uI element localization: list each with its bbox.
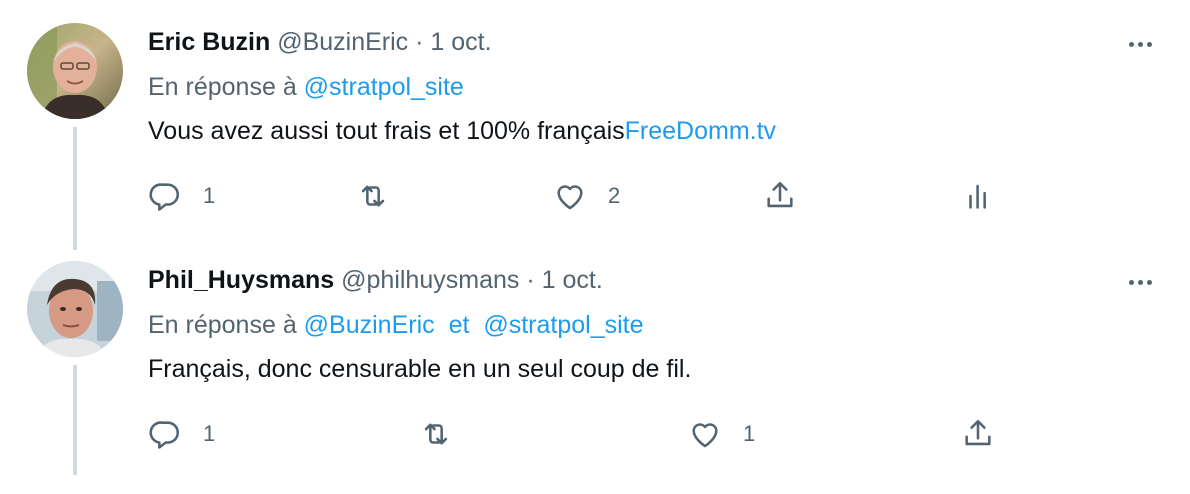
retweet-icon [361, 185, 385, 207]
retweet-icon [424, 423, 448, 445]
retweet-button[interactable] [419, 416, 453, 452]
reply-context: En réponse à @stratpol_site [148, 71, 464, 103]
retweet-button[interactable] [356, 178, 390, 214]
reply-count: 1 [203, 183, 216, 208]
analytics-button[interactable] [962, 178, 996, 214]
reply-icon [149, 183, 180, 211]
tweet-date[interactable]: 1 oct. [542, 266, 603, 294]
tweet-text: Vous avez aussi tout frais et 100% franç… [148, 115, 776, 147]
reply-icon [149, 421, 180, 449]
reply-count: 1 [203, 421, 216, 446]
thread-line [73, 365, 77, 475]
heart-icon [692, 423, 718, 448]
reply-button[interactable]: 1 [148, 416, 215, 452]
user-name[interactable]: Phil_Huysmans [148, 266, 334, 294]
reply-prefix: En réponse à [148, 311, 297, 339]
mention-link[interactable]: @stratpol_site [483, 311, 643, 339]
tweet-link[interactable]: FreeDomm.tv [625, 117, 776, 145]
tweet-text: Français, donc censurable en un seul cou… [148, 355, 692, 383]
analytics-icon [969, 184, 986, 209]
tweet-text-content: Vous avez aussi tout frais et 100% franç… [148, 117, 625, 145]
tweet-date[interactable]: 1 oct. [430, 28, 491, 56]
separator: · [526, 266, 535, 294]
tweet[interactable]: Eric Buzin @BuzinEric · 1 oct. En répons… [0, 0, 1190, 250]
tweet-header: Eric Buzin @BuzinEric · 1 oct. [148, 26, 492, 58]
more-icon[interactable] [1124, 28, 1156, 60]
like-button[interactable]: 2 [553, 178, 620, 214]
like-count: 2 [608, 183, 621, 208]
share-icon [965, 419, 991, 446]
thread-line [73, 127, 77, 250]
reply-context: En réponse à @BuzinEric et @stratpol_sit… [148, 309, 644, 341]
like-count: 1 [743, 421, 756, 446]
mention-link[interactable]: @stratpol_site [304, 73, 464, 101]
tweet-header: Phil_Huysmans @philhuysmans · 1 oct. [148, 264, 603, 296]
like-button[interactable]: 1 [688, 416, 755, 452]
share-icon [767, 181, 793, 208]
heart-icon [557, 185, 583, 210]
reply-button[interactable]: 1 [148, 178, 215, 214]
user-handle[interactable]: @philhuysmans [341, 266, 519, 294]
avatar[interactable] [27, 261, 123, 357]
reply-prefix: En réponse à [148, 73, 297, 101]
reply-conjunction: et [448, 311, 470, 339]
user-name[interactable]: Eric Buzin [148, 28, 270, 56]
separator: · [415, 28, 424, 56]
share-button[interactable] [961, 416, 995, 452]
more-icon[interactable] [1124, 266, 1156, 298]
mention-link[interactable]: @BuzinEric [304, 311, 435, 339]
tweet[interactable]: Phil_Huysmans @philhuysmans · 1 oct. En … [0, 250, 1190, 494]
share-button[interactable] [763, 178, 797, 214]
user-handle[interactable]: @BuzinEric [277, 28, 408, 56]
avatar[interactable] [27, 23, 123, 119]
